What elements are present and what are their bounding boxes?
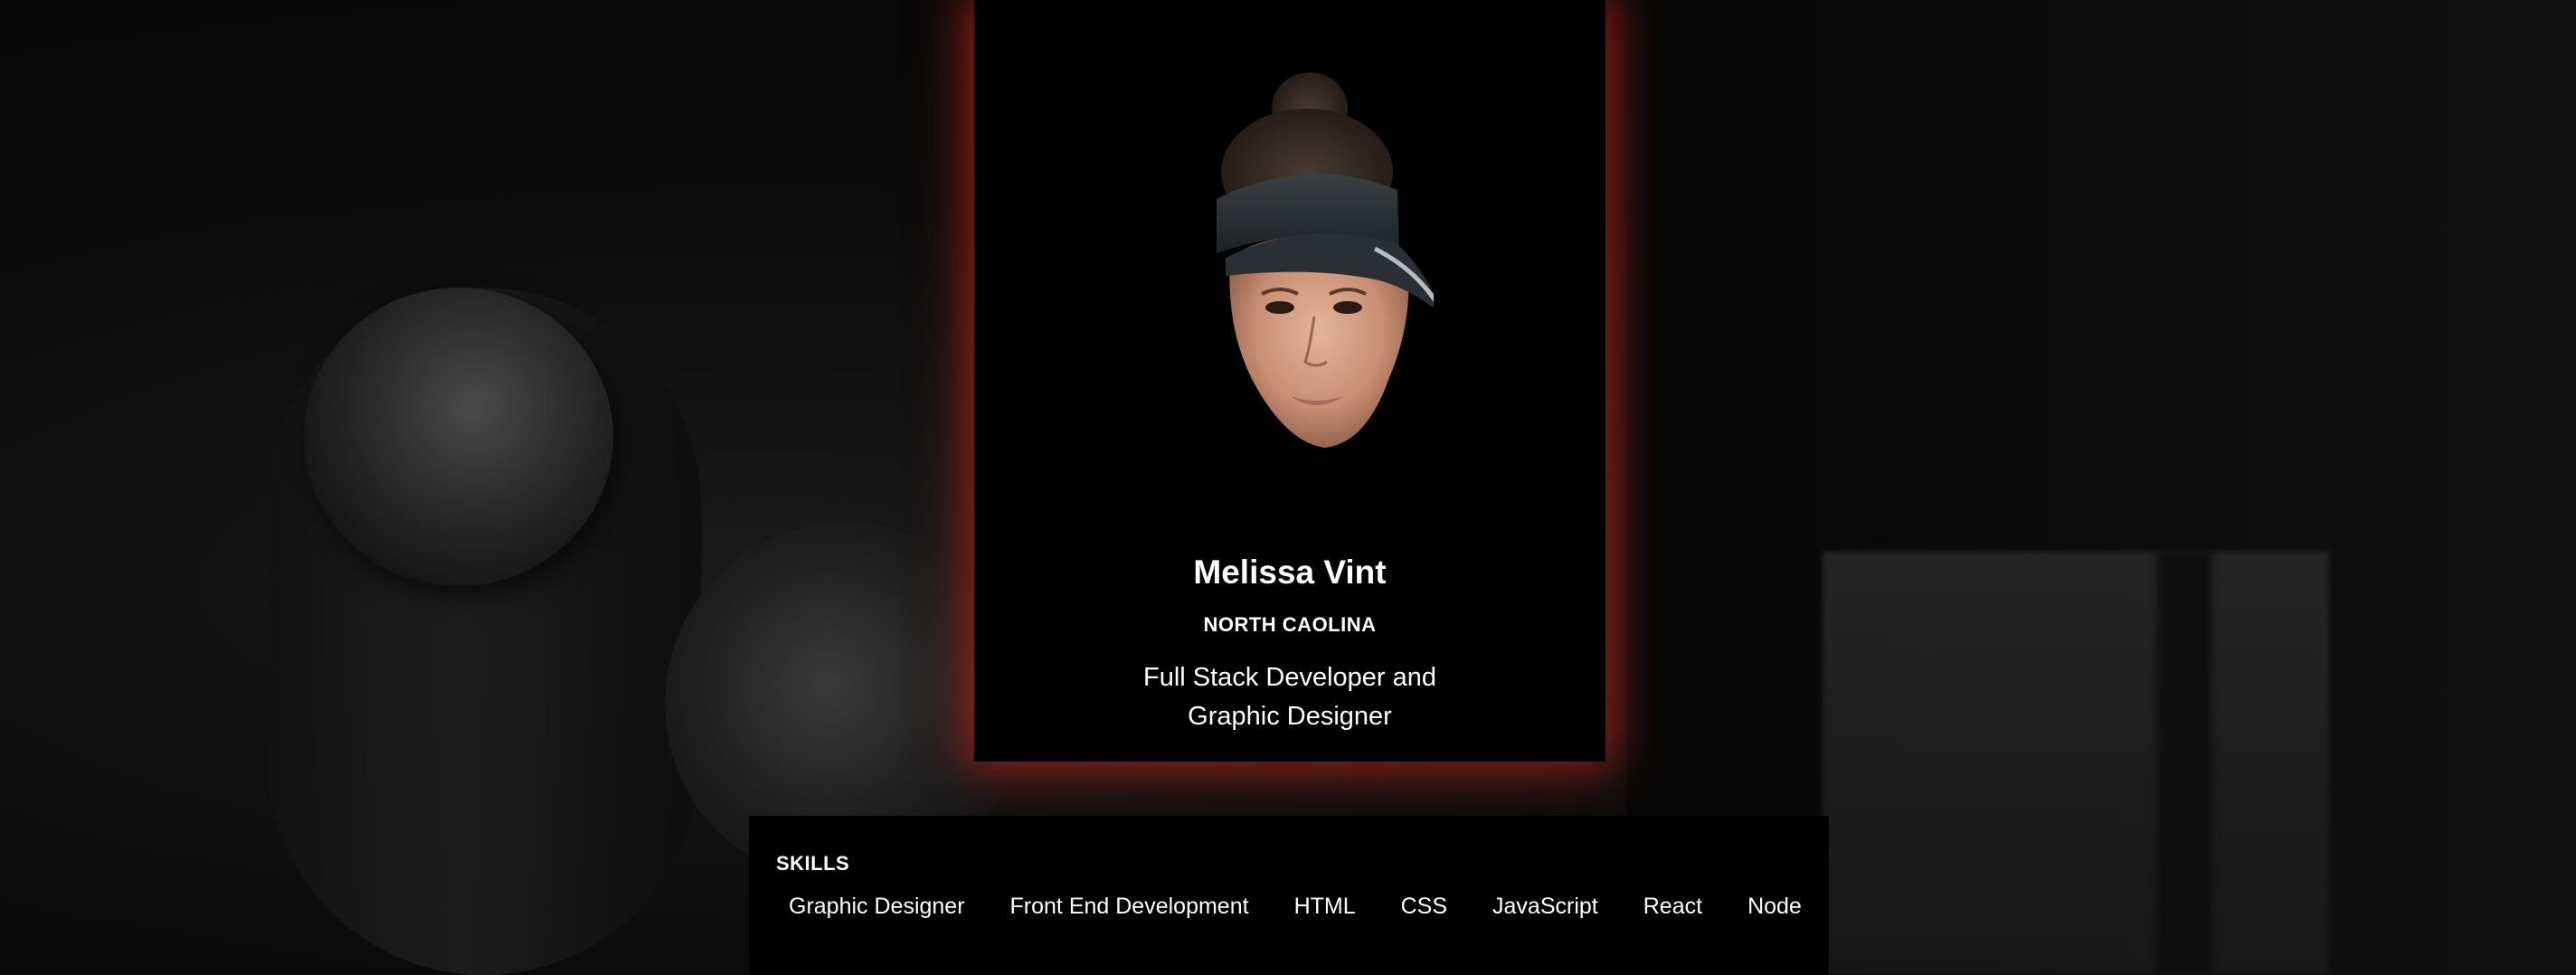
- skill-html: HTML: [1293, 894, 1356, 919]
- profile-name: Melissa Vint: [1193, 554, 1387, 591]
- skills-panel: SKILLS Graphic Designer Front End Develo…: [749, 816, 1829, 975]
- profile-tagline: Full Stack Developer and Graphic Designe…: [1143, 663, 1436, 731]
- profile-location: NORTH CAOLINA: [1203, 613, 1377, 636]
- skills-title: SKILLS: [776, 852, 850, 875]
- profile-portrait: [1217, 72, 1434, 448]
- skill-react: React: [1643, 894, 1703, 919]
- skill-node: Node: [1747, 894, 1802, 919]
- background-headphone-cup: [304, 288, 613, 586]
- skill-javascript: JavaScript: [1492, 894, 1598, 919]
- skill-css: CSS: [1400, 894, 1448, 919]
- skill-front-end-development: Front End Development: [1009, 894, 1249, 919]
- skill-graphic-designer: Graphic Designer: [789, 894, 965, 919]
- background-light-patch: [1823, 552, 2329, 975]
- background-shadow-strip: [2157, 552, 2211, 975]
- skills-list: Graphic Designer Front End Development H…: [776, 894, 1834, 920]
